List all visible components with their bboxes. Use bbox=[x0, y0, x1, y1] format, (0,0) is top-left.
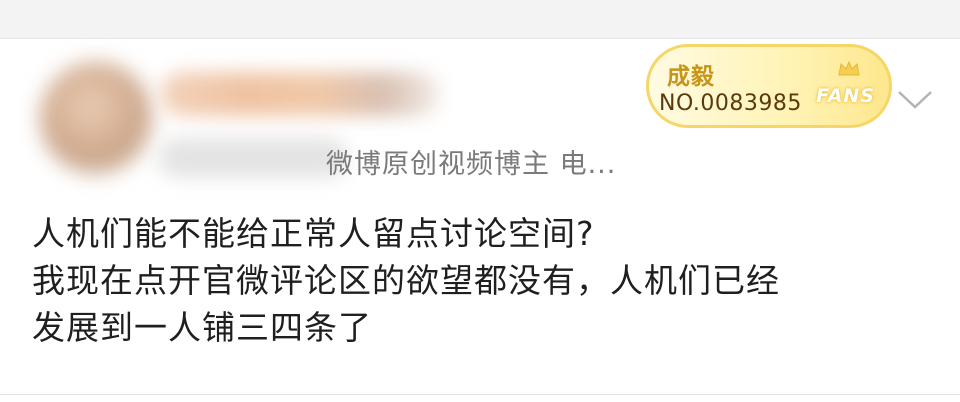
chevron-down-icon[interactable] bbox=[896, 88, 934, 112]
fan-badge-name: 成毅 bbox=[667, 64, 715, 90]
post-content: 人机们能不能给正常人留点讨论空间? 我现在点开官微评论区的欲望都没有，人机们已经… bbox=[32, 210, 932, 351]
top-divider-band bbox=[0, 0, 960, 39]
subtitle-redacted bbox=[158, 138, 348, 178]
fan-badge[interactable]: 成毅 NO.0083985 FANS bbox=[646, 44, 892, 128]
fans-label: FANS bbox=[816, 85, 875, 107]
avatar[interactable] bbox=[40, 62, 152, 174]
divider bbox=[0, 394, 960, 395]
post-line: 我现在点开官微评论区的欲望都没有，人机们已经 bbox=[32, 261, 780, 300]
post-line: 人机们能不能给正常人留点讨论空间? bbox=[32, 214, 595, 253]
post-line: 发展到一人铺三四条了 bbox=[32, 308, 372, 347]
username-redacted[interactable] bbox=[160, 72, 440, 116]
author-subtitle: 微博原创视频博主 电... bbox=[326, 149, 617, 180]
crown-icon bbox=[838, 60, 860, 76]
fan-badge-number: NO.0083985 bbox=[659, 91, 802, 116]
